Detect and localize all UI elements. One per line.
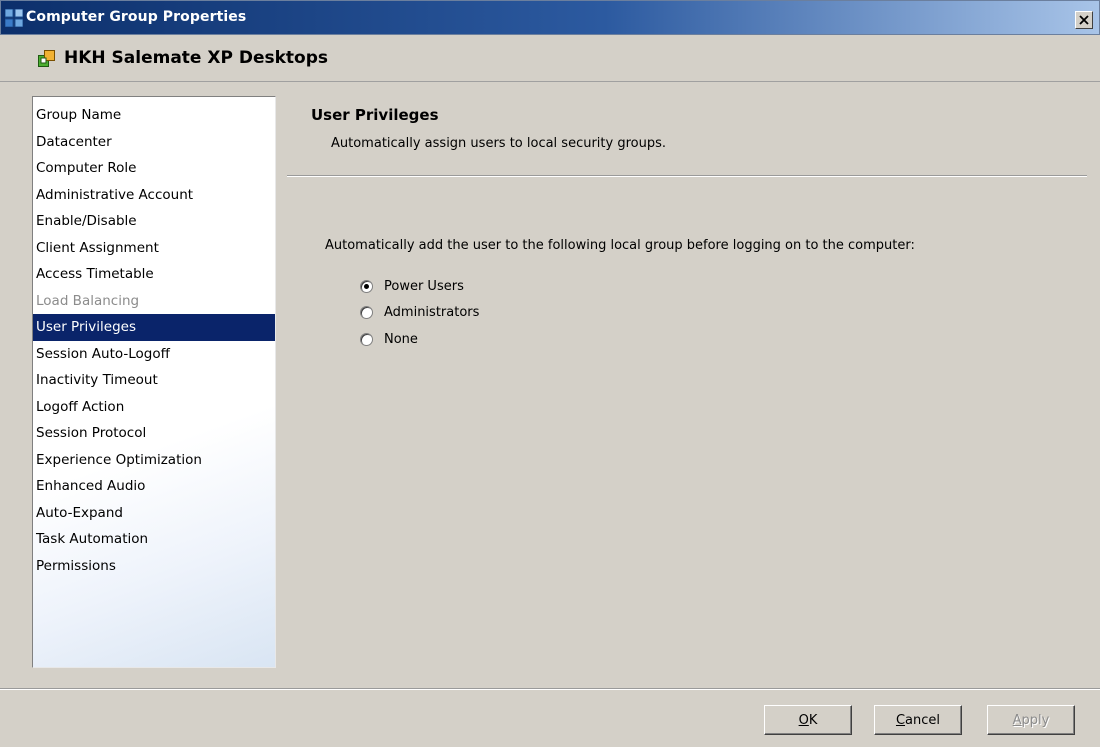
page-description: Automatically assign users to local secu… bbox=[331, 136, 666, 151]
nav-item-computer-role[interactable]: Computer Role bbox=[33, 155, 275, 182]
ok-mnemonic: O bbox=[798, 712, 809, 728]
ok-button[interactable]: OK bbox=[764, 705, 852, 735]
page-title: User Privileges bbox=[311, 106, 439, 124]
radio-power-users[interactable]: Power Users bbox=[360, 276, 464, 296]
nav-item-enhanced-audio[interactable]: Enhanced Audio bbox=[33, 473, 275, 500]
radio-button[interactable] bbox=[360, 332, 373, 346]
title-bar[interactable]: Computer Group Properties bbox=[0, 0, 1100, 35]
group-name-heading: HKH Salemate XP Desktops bbox=[64, 48, 329, 68]
nav-item-task-automation[interactable]: Task Automation bbox=[33, 526, 275, 553]
radio-button[interactable] bbox=[360, 305, 373, 319]
nav-item-user-privileges[interactable]: User Privileges bbox=[33, 314, 275, 341]
radio-none[interactable]: None bbox=[360, 329, 418, 349]
ok-label-rest: K bbox=[808, 712, 818, 728]
computer-group-icon bbox=[38, 50, 55, 67]
close-button[interactable] bbox=[1075, 11, 1093, 29]
properties-dialog: Computer Group Properties HKH Salemate X… bbox=[0, 0, 1100, 747]
radio-administrators[interactable]: Administrators bbox=[360, 302, 479, 322]
radio-label: Administrators bbox=[384, 304, 480, 320]
nav-item-permissions[interactable]: Permissions bbox=[33, 553, 275, 580]
nav-item-group-name[interactable]: Group Name bbox=[33, 102, 275, 129]
nav-item-datacenter[interactable]: Datacenter bbox=[33, 129, 275, 156]
apply-label-rest: pply bbox=[1021, 712, 1050, 728]
nav-item-session-auto-logoff[interactable]: Session Auto-Logoff bbox=[33, 341, 275, 368]
apply-button[interactable]: Apply bbox=[987, 705, 1075, 735]
nav-item-experience-optimization[interactable]: Experience Optimization bbox=[33, 447, 275, 474]
apply-mnemonic: A bbox=[1012, 712, 1022, 728]
property-category-list[interactable]: Group Name Datacenter Computer Role Adminis… bbox=[32, 96, 276, 668]
nav-item-enable-disable[interactable]: Enable/Disable bbox=[33, 208, 275, 235]
group-prompt: Automatically add the user to the follow… bbox=[325, 238, 915, 253]
cancel-button[interactable]: Cancel bbox=[874, 705, 962, 735]
nav-item-logoff-action[interactable]: Logoff Action bbox=[33, 394, 275, 421]
nav-item-session-protocol[interactable]: Session Protocol bbox=[33, 420, 275, 447]
radio-label: None bbox=[384, 331, 418, 347]
app-icon bbox=[5, 9, 23, 27]
property-page: User Privileges Automatically assign use… bbox=[287, 96, 1087, 676]
nav-item-inactivity-timeout[interactable]: Inactivity Timeout bbox=[33, 367, 275, 394]
cancel-label-rest: ancel bbox=[905, 712, 941, 728]
nav-item-administrative-account[interactable]: Administrative Account bbox=[33, 182, 275, 209]
category-items: Group Name Datacenter Computer Role Adminis… bbox=[33, 102, 275, 579]
nav-item-auto-expand[interactable]: Auto-Expand bbox=[33, 500, 275, 527]
nav-item-client-assignment[interactable]: Client Assignment bbox=[33, 235, 275, 262]
nav-item-access-timetable[interactable]: Access Timetable bbox=[33, 261, 275, 288]
close-icon bbox=[1079, 15, 1089, 25]
radio-label: Power Users bbox=[384, 278, 464, 294]
footer-divider bbox=[0, 688, 1100, 690]
group-header: HKH Salemate XP Desktops bbox=[0, 36, 1100, 82]
cancel-mnemonic: C bbox=[895, 712, 906, 728]
radio-button[interactable] bbox=[360, 279, 373, 293]
window-title: Computer Group Properties bbox=[26, 9, 247, 25]
header-divider bbox=[287, 175, 1087, 177]
nav-item-load-balancing: Load Balancing bbox=[36, 292, 140, 309]
